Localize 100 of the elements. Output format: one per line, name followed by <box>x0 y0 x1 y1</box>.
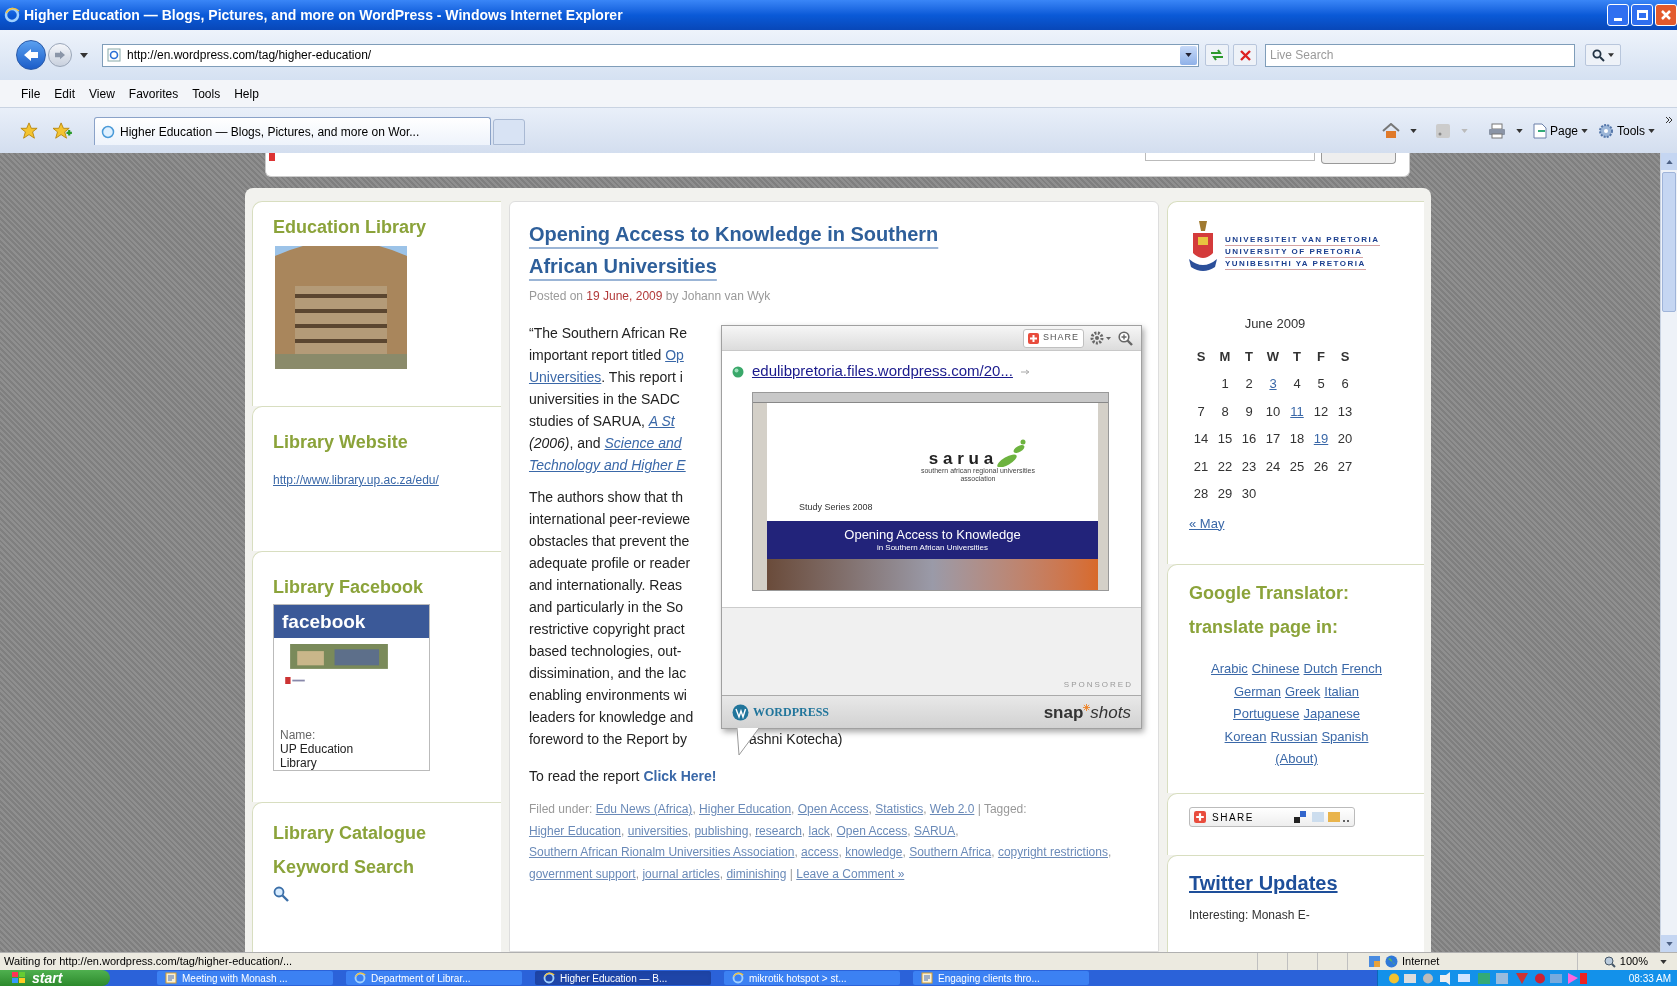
menu-item[interactable]: Edit <box>54 84 76 103</box>
calendar-day: 22 <box>1213 452 1237 480</box>
language-link[interactable]: Italian <box>1324 680 1360 703</box>
gear-icon[interactable] <box>1089 331 1112 345</box>
scroll-down-icon[interactable] <box>1665 941 1673 946</box>
language-link[interactable]: Portuguese <box>1233 703 1300 726</box>
share-button[interactable]: SHARE <box>1022 328 1084 348</box>
click-here-link[interactable]: Click Here! <box>643 768 717 784</box>
page-menu-button[interactable]: Page <box>1532 121 1588 140</box>
printer-icon[interactable] <box>1487 122 1506 139</box>
address-dropdown-button[interactable] <box>1180 45 1197 65</box>
weekday-label: T <box>1292 349 1302 365</box>
university-logo[interactable]: UNIVERSITEIT VAN PRETORIA UNIVERSITY OF PRETORIA YUNIBESITHI YA PRETORIA <box>1189 219 1380 274</box>
calendar-day: 4 <box>1285 370 1309 398</box>
category-link[interactable]: Open Access <box>797 802 869 816</box>
calendar-day[interactable]: 11 <box>1285 397 1309 425</box>
add-favorite-icon[interactable] <box>52 121 72 140</box>
language-link[interactable]: Japanese <box>1303 703 1360 726</box>
website-link[interactable]: http://www.library.up.ac.za/edu/ <box>273 471 439 489</box>
taskbar-button[interactable]: Higher Education — B... <box>535 971 711 985</box>
language-link[interactable]: Greek <box>1284 680 1321 703</box>
language-link[interactable]: Korean <box>1224 725 1267 748</box>
search-icon <box>1592 48 1605 62</box>
post-title-link[interactable]: Opening Access to Knowledge in Southern African Universities <box>528 218 959 282</box>
tag-link[interactable]: journal articles <box>642 866 720 881</box>
calendar-day[interactable]: 3 <box>1261 370 1285 398</box>
home-icon[interactable] <box>1381 122 1400 139</box>
language-link[interactable]: Dutch <box>1303 658 1338 681</box>
menu-item[interactable]: View <box>89 84 115 103</box>
search-field[interactable]: Live Search <box>1265 43 1575 67</box>
language-link[interactable]: Spanish <box>1321 725 1369 748</box>
calendar-day: 8 <box>1213 397 1237 425</box>
text-link[interactable]: Technology and Higher E <box>528 457 686 473</box>
taskbar-button[interactable]: mikrotik hotspot > st... <box>724 971 900 985</box>
scrollbar-thumb[interactable] <box>1662 172 1676 312</box>
search-icon[interactable] <box>273 886 289 902</box>
comment-link[interactable]: Leave a Comment » <box>796 866 905 881</box>
caret-icon[interactable] <box>1515 128 1523 133</box>
preview-url-link[interactable]: edulibpretoria.files.wordpress.com/20... <box>751 360 1013 383</box>
calendar-day[interactable]: 19 <box>1309 425 1333 453</box>
share-widget[interactable]: SHARE <box>1189 807 1355 827</box>
menu-item[interactable]: Tools <box>192 84 221 103</box>
tag-link[interactable]: copyright restrictions <box>997 845 1108 860</box>
search-button[interactable] <box>1585 44 1621 66</box>
start-button[interactable]: start <box>0 970 110 986</box>
text-link[interactable]: Science and <box>604 435 682 451</box>
scroll-up-icon[interactable] <box>1665 159 1673 164</box>
previous-month-link[interactable]: « May <box>1189 515 1225 532</box>
zoom-in-icon[interactable] <box>1117 330 1133 346</box>
tag-link[interactable]: government support <box>528 866 636 881</box>
wordpress-logo[interactable]: WORDPRESS <box>731 703 829 721</box>
twitter-heading-link[interactable]: Twitter Updates <box>1189 869 1338 897</box>
back-arrow-icon <box>23 48 39 62</box>
paragraph-line: universities in the SADC <box>528 390 680 409</box>
maximize-button[interactable] <box>1631 4 1653 26</box>
language-link[interactable]: German <box>1233 680 1281 703</box>
address-field[interactable]: http://en.wordpress.com/tag/higher-education/ <box>102 43 1199 67</box>
tag-link[interactable]: Higher Education <box>528 823 622 838</box>
facebook-badge[interactable]: facebook Name: UP Education Library <box>273 604 430 771</box>
text-link[interactable]: Op <box>665 347 684 363</box>
chevron-icon[interactable] <box>1665 115 1673 124</box>
menu-item[interactable]: Favorites <box>128 84 179 103</box>
close-button[interactable] <box>1655 4 1677 26</box>
taskbar-button[interactable]: Engaging clients thro... <box>913 971 1089 985</box>
language-link[interactable]: French <box>1341 658 1382 681</box>
language-link[interactable]: Russian <box>1270 725 1318 748</box>
paragraph-line: “The Southern African Re <box>528 324 687 343</box>
tag-link[interactable]: diminishing <box>726 866 787 881</box>
browser-logo-icon <box>354 972 366 984</box>
category-link[interactable]: Web 2.0 <box>929 802 975 816</box>
tag-link[interactable]: universities <box>627 823 688 838</box>
calendar-caption: June 2009 <box>1244 316 1306 332</box>
minimize-button[interactable] <box>1607 4 1629 26</box>
stop-button[interactable] <box>1233 44 1257 66</box>
taskbar-button[interactable]: Department of Librar... <box>346 971 522 985</box>
back-button[interactable] <box>16 40 46 70</box>
menu-item[interactable]: File <box>21 84 41 103</box>
calendar-day: 10 <box>1261 397 1285 425</box>
menu-item[interactable]: Help <box>234 84 259 103</box>
calendar-day: 20 <box>1333 425 1357 453</box>
calendar-day: 29 <box>1213 480 1237 508</box>
vertical-scrollbar[interactable] <box>1660 153 1677 952</box>
paragraph-line: and internationally. Reas <box>528 576 683 595</box>
star-icon[interactable] <box>20 121 38 140</box>
section-heading: Library Catalogue Keyword Search <box>273 822 428 879</box>
tag-link[interactable]: knowledge <box>845 845 903 860</box>
language-link[interactable]: Chinese <box>1251 658 1300 681</box>
browser-tab[interactable]: Higher Education — Blogs, Pictures, and more on Wor... <box>94 117 491 145</box>
language-link[interactable]: Arabic <box>1211 658 1248 681</box>
about-link[interactable]: (About) <box>1275 748 1318 771</box>
snapshots-logo[interactable]: snap shots <box>1043 703 1131 721</box>
text-link[interactable]: A St <box>648 413 675 429</box>
refresh-button[interactable] <box>1205 44 1229 66</box>
calendar-day: 30 <box>1237 480 1261 508</box>
tag-link[interactable]: lack <box>808 823 830 838</box>
tag-link[interactable]: research <box>755 823 802 838</box>
caret-icon[interactable] <box>1409 128 1417 133</box>
taskbar-button[interactable]: Meeting with Monash ... <box>157 971 333 985</box>
caret-icon[interactable] <box>80 52 88 58</box>
tools-menu-button[interactable]: Tools <box>1598 121 1655 140</box>
